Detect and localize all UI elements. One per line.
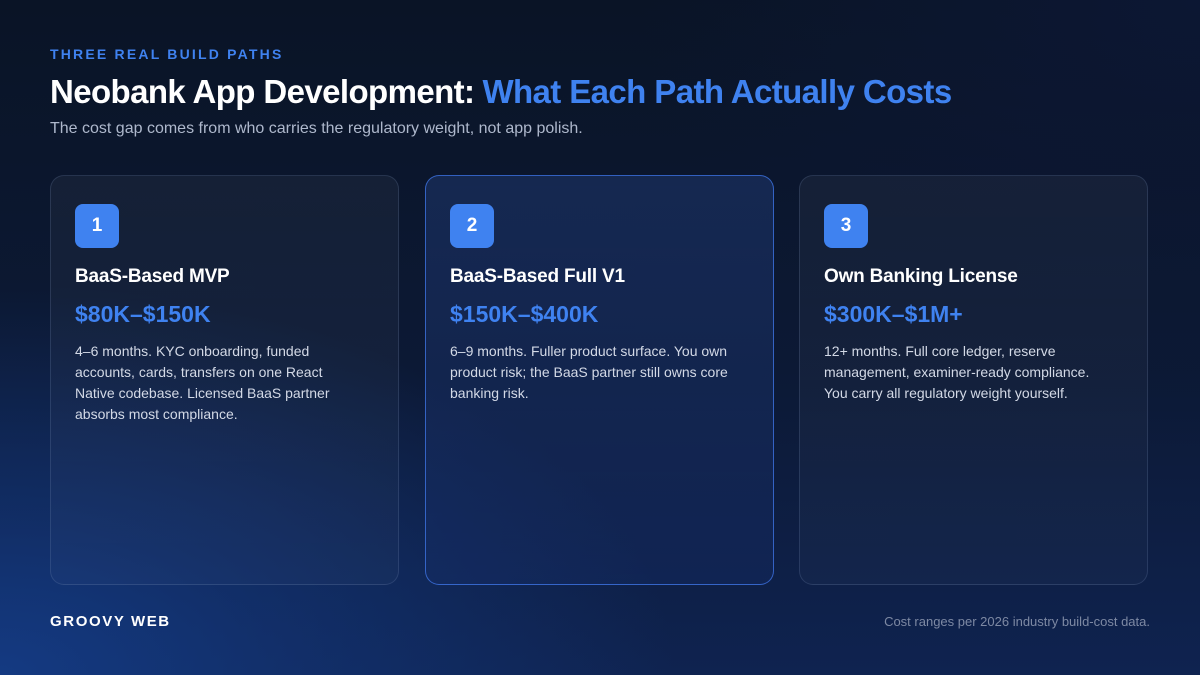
page-title-accent: What Each Path Actually Costs [482, 73, 952, 110]
eyebrow-label: THREE REAL BUILD PATHS [50, 46, 284, 62]
source-footnote: Cost ranges per 2026 industry build-cost… [884, 614, 1150, 629]
card-price: $300K–$1M+ [824, 301, 963, 327]
page-subtitle: The cost gap comes from who carries the … [50, 120, 583, 137]
card-price: $150K–$400K [450, 301, 599, 327]
card-title: Own Banking License [824, 266, 1018, 287]
card-description: 4–6 months. KYC onboarding, funded accou… [75, 343, 330, 422]
page-title-main: Neobank App Development: [50, 73, 475, 110]
card-description: 12+ months. Full core ledger, reserve ma… [824, 343, 1090, 401]
card-title: BaaS-Based Full V1 [450, 266, 625, 287]
build-path-card-full-v1: 2 BaaS-Based Full V1 $150K–$400K 6–9 mon… [425, 175, 774, 585]
card-number-badge: 2 [450, 204, 494, 248]
card-number-badge: 3 [824, 204, 868, 248]
card-price: $80K–$150K [75, 301, 211, 327]
brand-logo-text: GROOVY WEB [50, 613, 171, 630]
card-title: BaaS-Based MVP [75, 266, 230, 287]
build-path-cards: 1 BaaS-Based MVP $80K–$150K 4–6 months. … [50, 175, 1150, 587]
card-number-badge: 1 [75, 204, 119, 248]
build-path-card-mvp: 1 BaaS-Based MVP $80K–$150K 4–6 months. … [50, 175, 399, 585]
card-description: 6–9 months. Fuller product surface. You … [450, 343, 728, 401]
page-title: Neobank App Development: What Each Path A… [50, 72, 952, 112]
build-path-card-own-license: 3 Own Banking License $300K–$1M+ 12+ mon… [799, 175, 1148, 585]
